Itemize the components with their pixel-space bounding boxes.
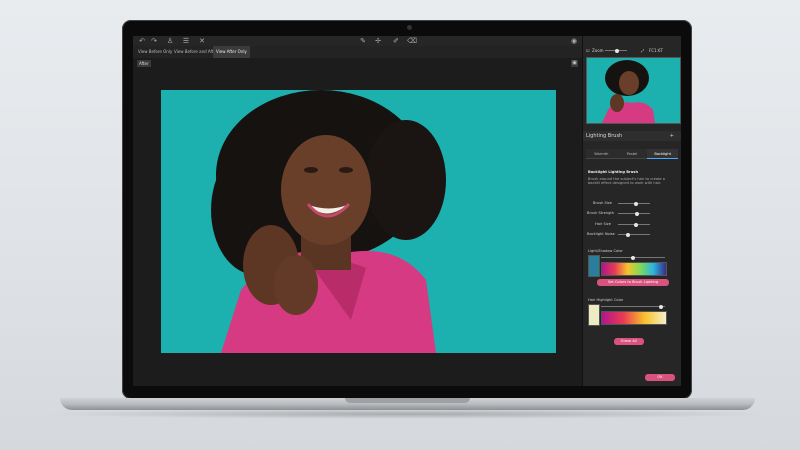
light-shadow-slider[interactable] <box>601 255 665 260</box>
zoom-value: FC1:6T <box>649 48 663 53</box>
zoom-fit-icon[interactable]: ⤢ <box>641 46 644 55</box>
zoom-row: ☑ Zoom ⤢ FC1:6T <box>583 46 681 55</box>
pen-icon[interactable]: ✐ <box>391 36 401 46</box>
brush-strength-knob[interactable] <box>635 211 640 216</box>
brush-icon[interactable]: ✎ <box>358 36 368 46</box>
laptop-shadow <box>40 409 775 419</box>
compare-icon[interactable]: ▣ <box>571 60 578 67</box>
hair-highlight-spectrum[interactable] <box>601 311 667 325</box>
navigator-thumbnail[interactable] <box>586 57 681 124</box>
zoom-slider-knob[interactable] <box>615 48 619 53</box>
tab-pastel[interactable]: Pastel <box>616 149 648 159</box>
undo-icon[interactable]: ↶ <box>137 36 147 46</box>
brush-size-label: Brush Size <box>593 201 612 205</box>
tab-backlight[interactable]: Backlight <box>647 149 679 159</box>
hair-highlight-slider[interactable] <box>601 304 665 309</box>
hair-size-knob[interactable] <box>633 222 638 227</box>
brush-strength-slider[interactable] <box>618 211 650 216</box>
zoom-slider[interactable] <box>605 48 627 53</box>
portrait-image <box>161 90 556 353</box>
brush-size-knob[interactable] <box>633 201 638 206</box>
close-icon[interactable]: ✕ <box>197 36 207 46</box>
tab-view-after-only[interactable]: View After Only <box>213 46 250 58</box>
tab-view-before-only[interactable]: View Before Only <box>135 46 175 58</box>
eye-icon[interactable]: ◉ <box>569 36 579 46</box>
person-icon[interactable]: ♙ <box>165 36 175 46</box>
hair-highlight-knob[interactable] <box>659 304 663 309</box>
zoom-checkbox-icon[interactable]: ☑ <box>586 46 590 55</box>
brush-heading: Backlight Lighting Brush <box>588 170 639 174</box>
hair-size-slider[interactable] <box>618 222 650 227</box>
hair-highlight-swatch[interactable] <box>588 304 600 326</box>
backlight-noise-knob[interactable] <box>625 232 630 237</box>
light-shadow-label: Light/Shadow Color <box>588 249 623 253</box>
webcam <box>407 25 412 30</box>
hair-highlight-label: Hair Highlight Color <box>588 298 624 302</box>
brush-description: Brush around the subject's hair to creat… <box>588 177 665 186</box>
view-mode-tabs: View Before Only View Before and After V… <box>133 46 583 58</box>
set-colors-button[interactable]: Set Colors to Brush Lighting <box>597 279 669 286</box>
laptop-notch <box>345 398 470 403</box>
tab-warmth[interactable]: Warmth <box>586 149 617 159</box>
move-icon[interactable]: ✢ <box>373 36 383 46</box>
right-panel: ☑ Zoom ⤢ FC1:6T Lighting Brush + Warmth … <box>582 36 681 386</box>
backlight-noise-label: Backlight Noise <box>587 232 615 236</box>
light-shadow-knob[interactable] <box>631 255 635 260</box>
eraser-icon[interactable]: ⌫ <box>407 36 417 46</box>
brush-subtabs: Warmth Pastel Backlight <box>586 149 679 159</box>
thumbnail-image <box>587 58 680 123</box>
layers-icon[interactable]: ☰ <box>181 36 191 46</box>
light-shadow-swatch[interactable] <box>588 255 600 277</box>
erase-all-button[interactable]: Erase All <box>614 338 644 345</box>
lighting-brush-header: Lighting Brush + <box>583 131 681 141</box>
light-shadow-spectrum[interactable] <box>601 262 667 276</box>
ok-button[interactable]: OK <box>645 374 675 381</box>
main-photo[interactable] <box>161 90 556 353</box>
add-icon[interactable]: + <box>670 131 674 141</box>
brush-size-slider[interactable] <box>618 201 650 206</box>
redo-icon[interactable]: ↷ <box>149 36 159 46</box>
app-screen: ↶ ↷ ♙ ☰ ✕ ✎ ✢ ✐ ⌫ ◉ View Before Only Vie… <box>133 36 681 386</box>
brush-strength-label: Brush Strength <box>587 211 615 215</box>
hair-size-label: Hair Size <box>595 222 611 226</box>
panel-title: Lighting Brush <box>586 133 623 139</box>
zoom-label: Zoom <box>592 48 604 53</box>
backlight-noise-slider[interactable] <box>618 232 650 237</box>
after-badge: After <box>137 60 151 67</box>
